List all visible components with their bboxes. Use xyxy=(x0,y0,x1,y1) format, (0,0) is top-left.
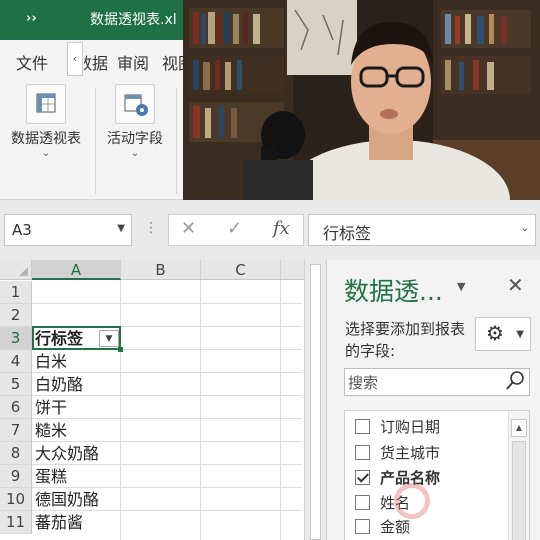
row-label-filter-icon[interactable]: ▼ xyxy=(99,330,119,347)
formula-input-value: 行标签 xyxy=(323,224,372,243)
field-checkbox[interactable] xyxy=(355,445,370,460)
formula-bar: A3 ▼ ⋮ ✕ ✓ fx 行标签 ⌄ xyxy=(0,200,540,260)
tab-view[interactable]: 视图 xyxy=(162,50,183,74)
pivot-fields-pane: 数据透... ▼ ✕ 选择要添加到报表的字段: ⚙ ▼ 搜索 订购日期 货主城市… xyxy=(326,260,540,540)
cancel-icon[interactable]: ✕ xyxy=(181,218,196,239)
chevron-down-icon: ⌄ xyxy=(130,148,140,159)
chevron-down-icon[interactable]: ▼ xyxy=(117,223,125,234)
row-header-4[interactable]: 4 xyxy=(0,350,32,373)
field-checkbox[interactable] xyxy=(355,470,370,485)
name-box[interactable]: A3 ▼ xyxy=(4,214,132,246)
vertical-scrollbar[interactable] xyxy=(304,260,326,540)
row-header-11[interactable]: 11 xyxy=(0,511,32,534)
chevron-down-icon: ⌄ xyxy=(41,148,51,159)
active-field-button[interactable]: 活动字段 ⌄ xyxy=(100,84,170,159)
row-header-10[interactable]: 10 xyxy=(0,488,32,511)
scrollbar-thumb[interactable] xyxy=(512,441,526,540)
cell-a6[interactable]: 饼干 xyxy=(35,396,67,419)
enter-icon[interactable]: ✓ xyxy=(227,218,242,239)
field-label: 货主城市 xyxy=(380,444,441,462)
window-title: 数据透视表.xl xyxy=(90,12,177,28)
close-icon[interactable]: ✕ xyxy=(507,273,524,297)
field-checkbox[interactable] xyxy=(355,519,370,534)
column-header-c[interactable]: C xyxy=(201,260,281,280)
pane-options-dropdown-icon[interactable]: ▼ xyxy=(457,280,465,293)
grid-line xyxy=(120,280,121,540)
select-all-button[interactable] xyxy=(0,260,32,280)
ribbon-divider xyxy=(176,88,177,194)
field-checkbox[interactable] xyxy=(355,495,370,510)
scrollbar-thumb[interactable] xyxy=(310,264,321,540)
tab-file[interactable]: 文件 xyxy=(16,50,48,74)
field-label: 金额 xyxy=(380,518,411,536)
field-list: 订购日期 货主城市 产品名称 姓名 金额 ▲ xyxy=(344,410,530,540)
field-checkbox[interactable] xyxy=(355,419,370,434)
cell-a11[interactable]: 蕃茄酱 xyxy=(35,511,83,534)
column-header-a[interactable]: A xyxy=(32,260,121,280)
tab-review[interactable]: 审阅 xyxy=(117,50,149,74)
row-header-1[interactable]: 1 xyxy=(0,281,32,304)
expand-quick-access-icon[interactable]: ›› xyxy=(26,11,37,26)
mouse-click-highlight xyxy=(394,483,430,519)
field-settings-button[interactable]: ⚙ ▼ xyxy=(475,317,531,351)
column-header-b[interactable]: B xyxy=(121,260,201,280)
ribbon-divider xyxy=(95,88,96,194)
row-header-6[interactable]: 6 xyxy=(0,396,32,419)
pivot-table-button[interactable]: 数据透视表 ⌄ xyxy=(6,84,86,159)
tab-data[interactable]: 数据 xyxy=(84,50,108,74)
row-header-5[interactable]: 5 xyxy=(0,373,32,396)
cell-a9[interactable]: 蛋糕 xyxy=(35,465,67,488)
pane-title: 数据透... xyxy=(344,277,443,306)
grid-line xyxy=(200,280,201,540)
grid-line xyxy=(32,418,302,419)
cell-a5[interactable]: 白奶酪 xyxy=(35,373,83,396)
row-header-2[interactable]: 2 xyxy=(0,304,32,327)
chevron-down-icon[interactable]: ⌄ xyxy=(521,223,529,234)
search-icon[interactable] xyxy=(505,370,525,392)
formula-bar-resize-handle[interactable]: ⋮ xyxy=(144,220,158,236)
webcam-video-overlay xyxy=(183,0,540,200)
pane-instruction: 选择要添加到报表的字段: xyxy=(345,320,466,360)
scroll-up-icon[interactable]: ▲ xyxy=(511,419,527,437)
column-header-d[interactable] xyxy=(281,260,304,280)
worksheet-grid[interactable]: A B C 1 2 3 4 5 6 7 8 9 10 11 行标签 白米 白奶酪… xyxy=(0,260,326,540)
grid-line xyxy=(32,303,302,304)
cell-a4[interactable]: 白米 xyxy=(35,350,67,373)
chevron-down-icon: ▼ xyxy=(516,329,524,340)
field-item[interactable]: 订购日期 xyxy=(355,416,440,437)
cell-a10[interactable]: 德国奶酪 xyxy=(35,488,99,511)
row-header-3[interactable]: 3 xyxy=(0,327,32,350)
tabs-scroll-left-button[interactable]: ‹ xyxy=(67,42,83,76)
name-box-value: A3 xyxy=(12,221,32,239)
field-item[interactable]: 产品名称 xyxy=(355,467,440,488)
cell-a8[interactable]: 大众奶酪 xyxy=(35,442,99,465)
field-item[interactable]: 货主城市 xyxy=(355,442,440,463)
pivot-table-label: 数据透视表 xyxy=(11,131,81,147)
pivot-table-icon xyxy=(26,84,66,124)
insert-function-icon[interactable]: fx xyxy=(273,218,290,239)
active-field-icon xyxy=(115,84,155,124)
search-placeholder: 搜索 xyxy=(348,374,379,392)
cell-a7[interactable]: 糙米 xyxy=(35,419,67,442)
gear-icon: ⚙ xyxy=(486,321,504,345)
grid-line xyxy=(280,280,281,540)
field-label: 订购日期 xyxy=(380,418,441,436)
active-field-label: 活动字段 xyxy=(107,131,163,147)
excel-window: ›› 数据透视表.xl 文件 ‹ 数据 审阅 视图 数据透视表 ⌄ xyxy=(0,0,540,540)
formula-input[interactable]: 行标签 ⌄ xyxy=(308,214,536,246)
row-header-8[interactable]: 8 xyxy=(0,442,32,465)
field-item[interactable]: 金额 xyxy=(355,516,410,537)
formula-actions: ✕ ✓ fx xyxy=(168,214,304,246)
row-header-7[interactable]: 7 xyxy=(0,419,32,442)
row-header-9[interactable]: 9 xyxy=(0,465,32,488)
field-list-scrollbar[interactable]: ▲ xyxy=(508,411,529,540)
field-search-input[interactable]: 搜索 xyxy=(344,368,530,396)
